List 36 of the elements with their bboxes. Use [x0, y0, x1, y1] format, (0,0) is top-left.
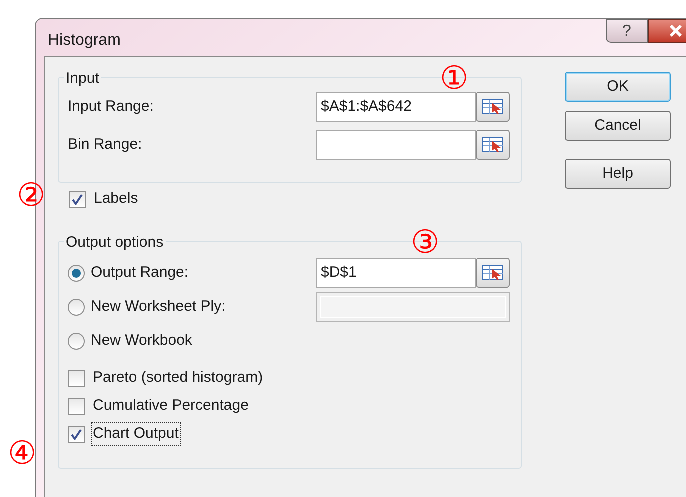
- range-picker-button[interactable]: [476, 92, 510, 122]
- range-picker-icon: [482, 137, 504, 153]
- callout-number: ②: [17, 177, 46, 213]
- callout-number: ③: [411, 224, 440, 260]
- range-picker-button[interactable]: [476, 130, 510, 160]
- checkbox[interactable]: [68, 398, 85, 414]
- radio-button[interactable]: [68, 332, 85, 350]
- checkbox[interactable]: [69, 190, 86, 208]
- checkbox[interactable]: [68, 426, 85, 442]
- checkbox-label: Cumulative Percentage: [92, 396, 250, 416]
- checkmark-icon: [72, 194, 83, 204]
- range-field[interactable]: [316, 130, 476, 160]
- range-picker-icon: [482, 99, 504, 115]
- radio-label: New Workbook: [91, 330, 192, 351]
- checkbox[interactable]: [68, 370, 85, 386]
- checkbox-label: Chart Output: [91, 422, 181, 446]
- field-label: Input Range:: [68, 96, 154, 117]
- help-button[interactable]: ?: [606, 19, 648, 43]
- dialog-button[interactable]: Help: [565, 159, 671, 189]
- radio-label: Output Range:: [91, 262, 189, 283]
- range-picker-icon: [482, 265, 504, 281]
- range-picker-button[interactable]: [476, 258, 510, 288]
- range-field[interactable]: $A$1:$A$642: [316, 92, 476, 122]
- dialog-button[interactable]: Cancel: [565, 111, 671, 141]
- close-icon: [669, 25, 683, 37]
- checkmark-icon: [71, 428, 82, 440]
- checkbox-label: Labels: [93, 188, 140, 209]
- dialog-button[interactable]: OK: [565, 72, 671, 102]
- field-label: Bin Range:: [68, 134, 142, 155]
- radio-button[interactable]: [68, 264, 85, 282]
- radio-label: New Worksheet Ply:: [91, 296, 226, 317]
- checkbox-label: Pareto (sorted histogram): [92, 368, 264, 388]
- window-title: Histogram: [48, 31, 121, 51]
- callout-number: ④: [8, 435, 37, 471]
- radio-button[interactable]: [68, 298, 85, 316]
- range-field[interactable]: $D$1: [316, 258, 476, 288]
